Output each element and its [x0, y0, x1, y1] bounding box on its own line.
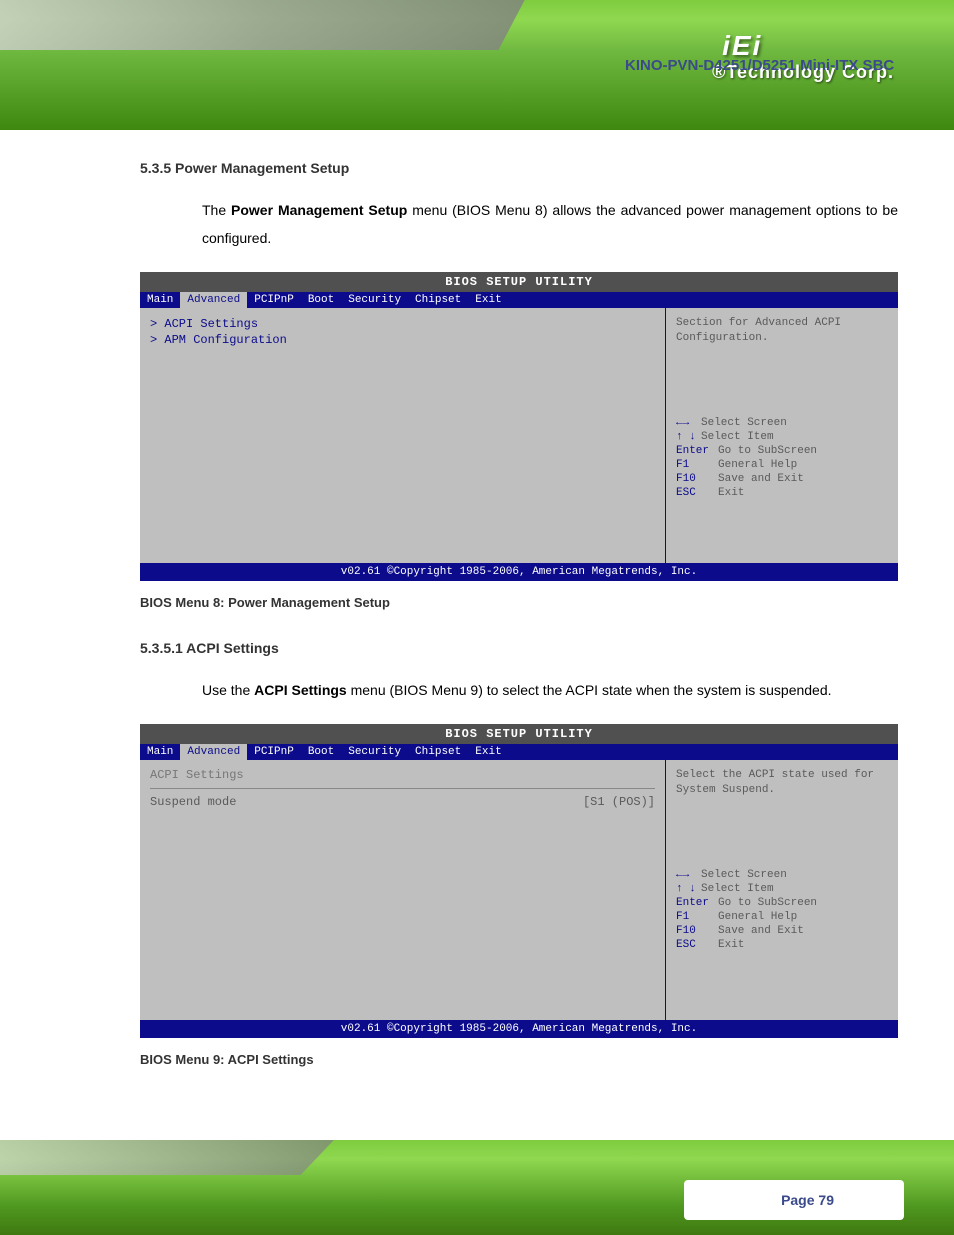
bios-left-pane-2: ACPI Settings Suspend mode [S1 (POS)] [140, 760, 666, 1020]
key-desc-1: Select Item [701, 431, 774, 443]
menu-item-acpi[interactable]: > ACPI Settings [150, 316, 655, 332]
intro-pre-1: The [202, 202, 231, 218]
key-desc-4b: Save and Exit [718, 925, 804, 937]
footer-banner [0, 1140, 954, 1235]
caption-2: BIOS Menu 9: ACPI Settings [140, 1052, 898, 1067]
tab-boot-2[interactable]: Boot [301, 744, 341, 760]
key-leftrightarrow-2: ←→Select Screen [676, 868, 888, 882]
tab-main[interactable]: Main [140, 292, 180, 308]
help-text-1: Section for Advanced ACPI Configuration. [676, 316, 888, 416]
divider-line [150, 788, 655, 789]
intro-post-2: menu (BIOS Menu 9) to select the ACPI st… [347, 682, 832, 698]
key-desc-4: Save and Exit [718, 473, 804, 485]
bios-title-2: BIOS SETUP UTILITY [140, 724, 898, 744]
setting-suspend-mode[interactable]: Suspend mode [S1 (POS)] [150, 795, 655, 809]
key-updownarrow-2: ↑ ↓Select Item [676, 882, 888, 896]
intro-paragraph-1: The Power Management Setup menu (BIOS Me… [202, 196, 898, 252]
arrow-ud-icon: ↑ ↓ [676, 431, 701, 443]
key-f10-2: F10Save and Exit [676, 924, 888, 938]
key-desc-3: General Help [718, 459, 797, 471]
f10-label: F10 [676, 473, 718, 485]
bios-footer-2: v02.61 ©Copyright 1985-2006, American Me… [140, 1020, 898, 1038]
bios-right-pane-1: Section for Advanced ACPI Configuration.… [666, 308, 898, 563]
key-f10: F10Save and Exit [676, 472, 888, 486]
intro-bold-1: Power Management Setup [231, 202, 407, 218]
f10-label-2: F10 [676, 925, 718, 937]
key-esc: ESCExit [676, 486, 888, 500]
arrow-lr-icon-2: ←→ [676, 869, 701, 881]
key-desc-0b: Select Screen [701, 869, 787, 881]
arrow-ud-icon-2: ↑ ↓ [676, 883, 701, 895]
bios-tabs-1: Main Advanced PCIPnP Boot Security Chips… [140, 292, 898, 308]
key-desc-2: Go to SubScreen [718, 445, 817, 457]
key-desc-3b: General Help [718, 911, 797, 923]
caption-1: BIOS Menu 8: Power Management Setup [140, 595, 898, 610]
intro-pre-2: Use the [202, 682, 254, 698]
menu-item-apm[interactable]: > APM Configuration [150, 332, 655, 348]
intro-bold-2: ACPI Settings [254, 682, 347, 698]
intro-paragraph-2: Use the ACPI Settings menu (BIOS Menu 9)… [202, 676, 898, 704]
key-desc-5: Exit [718, 487, 744, 499]
page-number: Page 79 [781, 1192, 834, 1208]
key-enter-2: EnterGo to SubScreen [676, 896, 888, 910]
key-desc-1b: Select Item [701, 883, 774, 895]
enter-label-2: Enter [676, 897, 718, 909]
tab-boot[interactable]: Boot [301, 292, 341, 308]
key-f1: F1General Help [676, 458, 888, 472]
tab-advanced-2[interactable]: Advanced [180, 744, 247, 760]
tab-chipset-2[interactable]: Chipset [408, 744, 468, 760]
tab-pcipnp[interactable]: PCIPnP [247, 292, 301, 308]
bios-title-1: BIOS SETUP UTILITY [140, 272, 898, 292]
key-desc-2b: Go to SubScreen [718, 897, 817, 909]
section-heading-2: 5.3.5.1 ACPI Settings [140, 640, 898, 656]
tab-main-2[interactable]: Main [140, 744, 180, 760]
bios-footer-1: v02.61 ©Copyright 1985-2006, American Me… [140, 563, 898, 581]
key-esc-2: ESCExit [676, 938, 888, 952]
key-updownarrow: ↑ ↓Select Item [676, 430, 888, 444]
f1-label-2: F1 [676, 911, 718, 923]
f1-label: F1 [676, 459, 718, 471]
key-enter: EnterGo to SubScreen [676, 444, 888, 458]
acpi-section-label: ACPI Settings [150, 768, 655, 782]
tab-exit[interactable]: Exit [468, 292, 508, 308]
bios-menu-9: BIOS SETUP UTILITY Main Advanced PCIPnP … [140, 724, 898, 1038]
bios-body-1: > ACPI Settings > APM Configuration Sect… [140, 308, 898, 563]
bios-menu-8: BIOS SETUP UTILITY Main Advanced PCIPnP … [140, 272, 898, 581]
tab-security-2[interactable]: Security [341, 744, 408, 760]
tab-security[interactable]: Security [341, 292, 408, 308]
help-text-2: Select the ACPI state used for System Su… [676, 768, 888, 868]
key-f1-2: F1General Help [676, 910, 888, 924]
tab-chipset[interactable]: Chipset [408, 292, 468, 308]
setting-value: [S1 (POS)] [583, 795, 655, 809]
bios-tabs-2: Main Advanced PCIPnP Boot Security Chips… [140, 744, 898, 760]
key-leftrightarrow: ←→Select Screen [676, 416, 888, 430]
bios-right-pane-2: Select the ACPI state used for System Su… [666, 760, 898, 1020]
page-content: 5.3.5 Power Management Setup The Power M… [0, 130, 954, 1067]
section-heading-1: 5.3.5 Power Management Setup [140, 160, 898, 176]
arrow-lr-icon: ←→ [676, 417, 701, 429]
tab-advanced[interactable]: Advanced [180, 292, 247, 308]
tab-exit-2[interactable]: Exit [468, 744, 508, 760]
enter-label: Enter [676, 445, 718, 457]
key-desc-5b: Exit [718, 939, 744, 951]
esc-label: ESC [676, 487, 718, 499]
bios-body-2: ACPI Settings Suspend mode [S1 (POS)] Se… [140, 760, 898, 1020]
key-desc-0: Select Screen [701, 417, 787, 429]
bios-left-pane-1: > ACPI Settings > APM Configuration [140, 308, 666, 563]
setting-name: Suspend mode [150, 795, 583, 809]
tab-pcipnp-2[interactable]: PCIPnP [247, 744, 301, 760]
esc-label-2: ESC [676, 939, 718, 951]
product-name: KINO-PVN-D4251/D5251 Mini-ITX SBC [625, 57, 894, 74]
